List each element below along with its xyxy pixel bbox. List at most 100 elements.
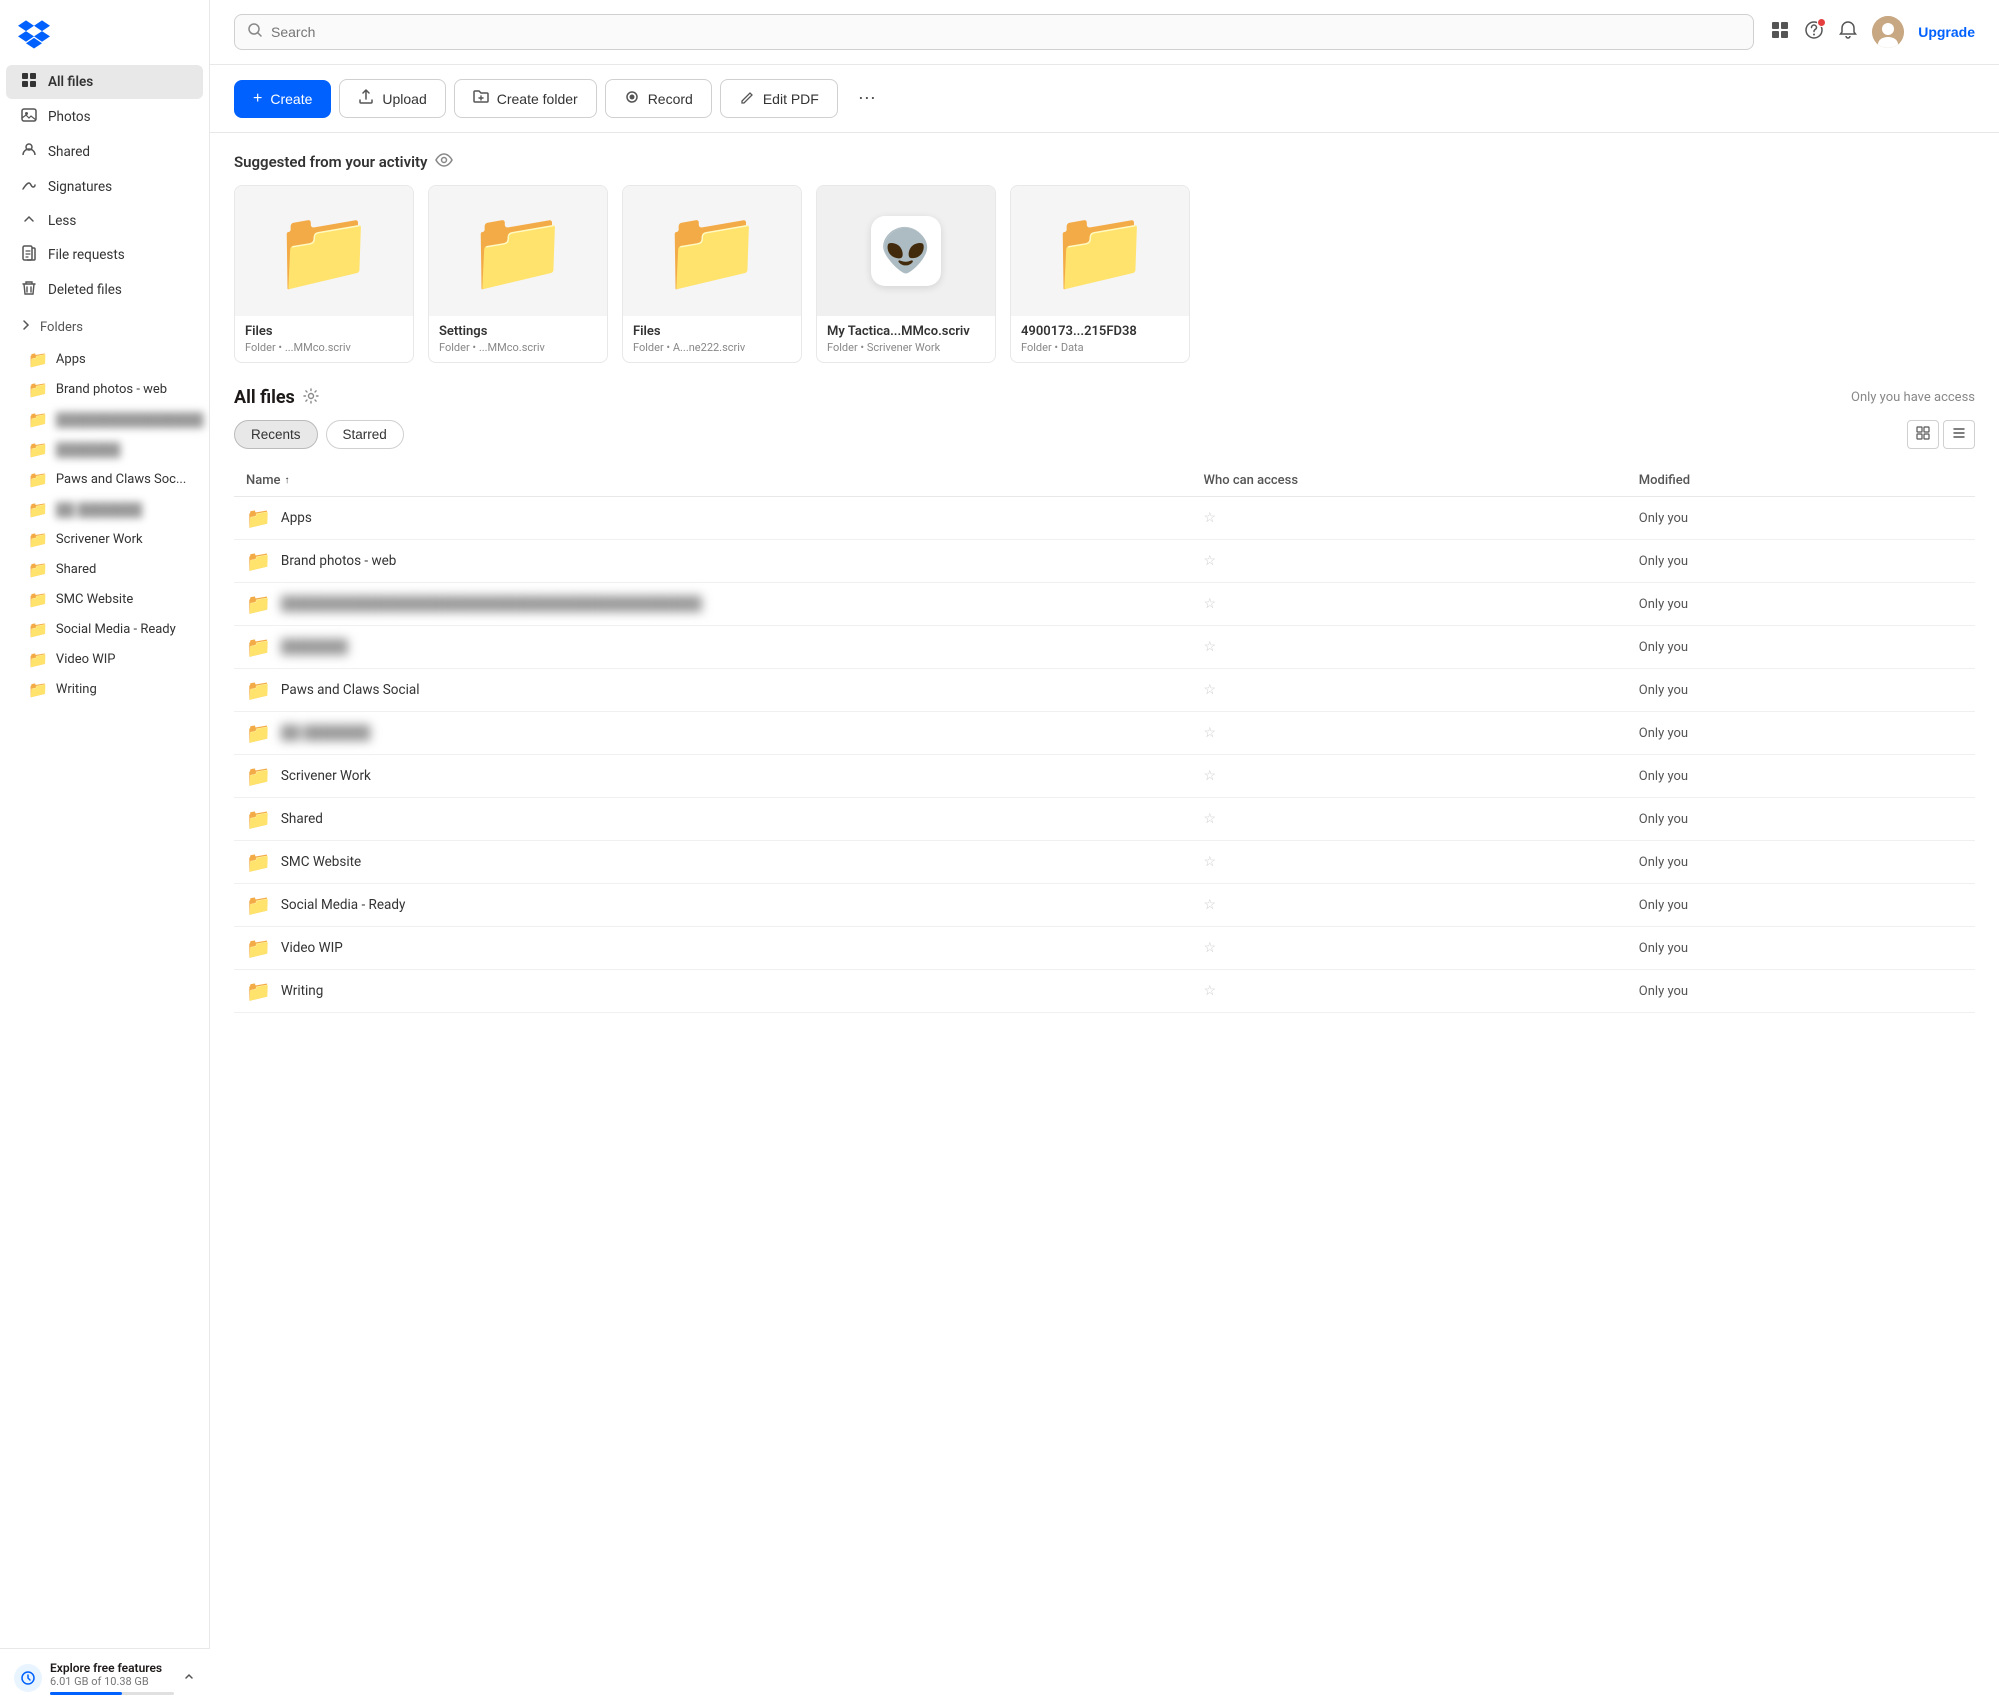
star-icon[interactable]: ☆ xyxy=(1204,596,1217,612)
sidebar-item-deleted-files[interactable]: Deleted files xyxy=(6,273,203,307)
star-icon[interactable]: ☆ xyxy=(1204,983,1217,999)
create-button[interactable]: + Create xyxy=(234,80,331,118)
sidebar-item-file-requests[interactable]: File requests xyxy=(6,238,203,272)
list-view-toggle[interactable] xyxy=(1943,420,1975,449)
folder-blurred-1[interactable]: 📁 ████████████████ xyxy=(6,405,203,434)
folder-apps[interactable]: 📁 Apps xyxy=(6,345,203,374)
grid-icon[interactable] xyxy=(1770,20,1790,45)
star-icon[interactable]: ☆ xyxy=(1204,725,1217,741)
suggested-card-1[interactable]: 📁 Settings Folder • ...MMco.scriv xyxy=(428,185,608,363)
storage-bar xyxy=(50,1692,174,1695)
sidebar-item-signatures[interactable]: Signatures xyxy=(6,170,203,204)
avatar[interactable] xyxy=(1872,16,1904,48)
storage-expand-icon[interactable] xyxy=(182,1669,196,1687)
edit-pdf-button[interactable]: Edit PDF xyxy=(720,79,838,118)
file-name: Writing xyxy=(281,983,323,999)
upgrade-button[interactable]: Upgrade xyxy=(1918,24,1975,40)
star-icon[interactable]: ☆ xyxy=(1204,768,1217,784)
sidebar-item-photos[interactable]: Photos xyxy=(6,100,203,134)
file-name: Scrivener Work xyxy=(281,768,371,784)
table-row[interactable]: 📁Apps ☆ Only you xyxy=(234,497,1975,540)
card-meta-3: Folder • Scrivener Work xyxy=(827,341,985,354)
folder-paws[interactable]: 📁 Paws and Claws Soc... xyxy=(6,465,203,494)
table-row[interactable]: 📁Shared ☆ Only you xyxy=(234,798,1975,841)
star-icon[interactable]: ☆ xyxy=(1204,897,1217,913)
folders-section-header[interactable]: Folders xyxy=(6,311,203,343)
folder-blurred-2[interactable]: 📁 ███████ xyxy=(6,435,203,464)
card-info-2: Files Folder • A...ne222.scriv xyxy=(623,316,801,362)
file-name: Video WIP xyxy=(281,940,343,956)
suggested-card-0[interactable]: 📁 Files Folder • ...MMco.scriv xyxy=(234,185,414,363)
grid-view-toggle[interactable] xyxy=(1907,420,1939,449)
toolbar: + Create Upload Create folder Record E xyxy=(210,65,1999,133)
star-icon[interactable]: ☆ xyxy=(1204,639,1217,655)
suggested-card-4[interactable]: 📁 4900173...215FD38 Folder • Data xyxy=(1010,185,1190,363)
all-files-settings-icon[interactable] xyxy=(303,388,319,408)
folder-scrivener[interactable]: 📁 Scrivener Work xyxy=(6,525,203,554)
table-row[interactable]: 📁██ ███████ ☆ Only you xyxy=(234,712,1975,755)
table-row[interactable]: 📁SMC Website ☆ Only you xyxy=(234,841,1975,884)
star-icon[interactable]: ☆ xyxy=(1204,854,1217,870)
create-folder-button[interactable]: Create folder xyxy=(454,79,597,118)
star-icon[interactable]: ☆ xyxy=(1204,553,1217,569)
logo[interactable] xyxy=(0,0,209,64)
record-button[interactable]: Record xyxy=(605,79,712,118)
upload-label: Upload xyxy=(382,91,426,107)
explore-icon xyxy=(14,1664,42,1692)
all-files-icon xyxy=(20,72,38,92)
search-bar[interactable] xyxy=(234,14,1754,50)
star-icon[interactable]: ☆ xyxy=(1204,811,1217,827)
search-input[interactable] xyxy=(271,24,1741,40)
upload-button[interactable]: Upload xyxy=(339,79,445,118)
table-row[interactable]: 📁Paws and Claws Social ☆ Only you xyxy=(234,669,1975,712)
eye-icon[interactable] xyxy=(435,153,453,171)
tab-recents[interactable]: Recents xyxy=(234,420,318,449)
photos-label: Photos xyxy=(48,109,91,125)
table-row[interactable]: 📁Scrivener Work ☆ Only you xyxy=(234,755,1975,798)
folder-brand-photos[interactable]: 📁 Brand photos - web xyxy=(6,375,203,404)
folder-blurred-3[interactable]: 📁 ██ ███████ xyxy=(6,495,203,524)
folder-icon: 📁 xyxy=(28,500,48,519)
chevron-up-icon xyxy=(20,212,38,230)
folder-icon: 📁 xyxy=(246,549,271,573)
sidebar-item-shared[interactable]: Shared xyxy=(6,135,203,169)
more-options-button[interactable]: ⋯ xyxy=(846,79,888,118)
question-icon[interactable] xyxy=(1804,20,1824,45)
bell-icon[interactable] xyxy=(1838,20,1858,45)
card-thumb-4: 📁 xyxy=(1011,186,1189,316)
storage-info[interactable]: Explore free features 6.01 GB of 10.38 G… xyxy=(14,1661,196,1695)
table-row[interactable]: 📁███████ ☆ Only you xyxy=(234,626,1975,669)
edit-pdf-label: Edit PDF xyxy=(763,91,819,107)
folder-blurred-3-label: ██ ███████ xyxy=(56,502,142,518)
folder-shared[interactable]: 📁 Shared xyxy=(6,555,203,584)
folder-shared-label: Shared xyxy=(56,562,96,577)
folder-icon: 📁 xyxy=(28,620,48,639)
folder-video[interactable]: 📁 Video WIP xyxy=(6,645,203,674)
suggested-card-3[interactable]: 👽 My Tactica...MMco.scriv Folder • Scriv… xyxy=(816,185,996,363)
card-thumb-1: 📁 xyxy=(429,186,607,316)
star-icon[interactable]: ☆ xyxy=(1204,940,1217,956)
table-row[interactable]: 📁Writing ☆ Only you xyxy=(234,970,1975,1013)
th-modified[interactable]: Modified xyxy=(1627,465,1975,497)
card-name-2: Files xyxy=(633,324,791,339)
table-row[interactable]: 📁Video WIP ☆ Only you xyxy=(234,927,1975,970)
folder-icon: 📁 xyxy=(246,979,271,1003)
table-row[interactable]: 📁███████████████████████████████████████… xyxy=(234,583,1975,626)
tab-starred[interactable]: Starred xyxy=(326,420,404,449)
folder-writing[interactable]: 📁 Writing xyxy=(6,675,203,704)
table-row[interactable]: 📁Brand photos - web ☆ Only you xyxy=(234,540,1975,583)
folder-smc[interactable]: 📁 SMC Website xyxy=(6,585,203,614)
th-name[interactable]: Name ↑ xyxy=(234,465,1192,497)
suggested-card-2[interactable]: 📁 Files Folder • A...ne222.scriv xyxy=(622,185,802,363)
card-name-4: 4900173...215FD38 xyxy=(1021,324,1179,339)
folder-social-media[interactable]: 📁 Social Media - Ready xyxy=(6,615,203,644)
th-access[interactable]: Who can access xyxy=(1192,465,1627,497)
file-name: Apps xyxy=(281,510,312,526)
sidebar-item-less[interactable]: Less xyxy=(6,205,203,237)
table-row[interactable]: 📁Social Media - Ready ☆ Only you xyxy=(234,884,1975,927)
all-files-title: All files xyxy=(234,387,295,408)
star-icon[interactable]: ☆ xyxy=(1204,510,1217,526)
sidebar-item-all-files[interactable]: All files xyxy=(6,65,203,99)
storage-sub: 6.01 GB of 10.38 GB xyxy=(50,1675,174,1688)
star-icon[interactable]: ☆ xyxy=(1204,682,1217,698)
